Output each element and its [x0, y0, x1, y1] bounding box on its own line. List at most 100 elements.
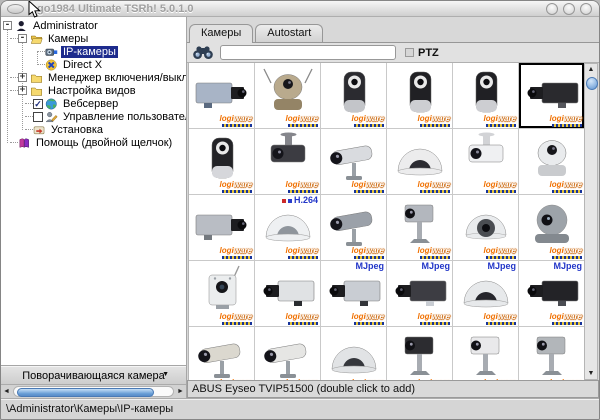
tree-horizontal-scrollbar[interactable]: ◄ ►	[1, 385, 186, 398]
vscroll-thumb[interactable]	[586, 77, 598, 90]
hscroll-thumb[interactable]	[17, 388, 154, 397]
tree-checkbox[interactable]: ✓	[33, 99, 43, 109]
camera-grid-item[interactable]: logiware	[453, 327, 518, 380]
camera-grid-item[interactable]: MJpeglogiware	[321, 261, 386, 326]
tree-item[interactable]: - Камеры	[1, 32, 186, 45]
scroll-up-icon[interactable]: ▲	[588, 65, 595, 74]
camera-grid-item[interactable]: MJpeglogiware	[519, 261, 584, 326]
tree-item[interactable]: Управление пользователями	[1, 110, 186, 123]
expand-icon[interactable]: +	[18, 73, 27, 82]
tree[interactable]: -Administrator-КамерыIP-камерыDirect X+М…	[1, 17, 186, 366]
camera-grid-item[interactable]: logiware	[387, 63, 452, 128]
scroll-right-icon[interactable]: ►	[175, 386, 186, 397]
tree-connector-stub	[10, 38, 18, 40]
logiware-watermark: logiware	[550, 247, 582, 259]
status-bar: \Administrator\Камеры\IP-камеры	[1, 398, 599, 419]
maximize-button[interactable]	[563, 3, 575, 15]
camera-grid-item[interactable]: H.264logiware	[255, 195, 320, 260]
camera-grid-item[interactable]: logiware	[255, 261, 320, 326]
shade-button[interactable]	[7, 4, 24, 14]
expand-icon[interactable]: +	[18, 86, 27, 95]
tree-item-label: Administrator	[31, 20, 100, 32]
camera-grid-item[interactable]: logiware	[189, 195, 254, 260]
camera-grid-item[interactable]: logiware	[519, 195, 584, 260]
tree-checkbox[interactable]	[33, 112, 43, 122]
tree-item-label: Direct X	[61, 59, 104, 71]
scroll-down-icon[interactable]: ▼	[588, 369, 595, 378]
camera-grid-item[interactable]: logiware	[453, 129, 518, 194]
camera-grid-item[interactable]: logiware	[255, 63, 320, 128]
close-button[interactable]	[580, 3, 592, 15]
tree-connector-stub	[25, 103, 33, 105]
logiware-watermark: logiware	[418, 247, 450, 259]
camera-grid-item[interactable]: logiware	[453, 195, 518, 260]
tree-item[interactable]: ✓Вебсервер	[1, 97, 186, 110]
camera-grid-item[interactable]: logiware	[189, 129, 254, 194]
camera-grid-item[interactable]: logiware	[321, 327, 386, 380]
setup-icon	[33, 124, 46, 136]
tab-active[interactable]: Камеры	[189, 24, 253, 43]
tab-inactive[interactable]: Autostart	[255, 24, 323, 42]
checker-flag-icon	[420, 124, 450, 127]
hscroll-track[interactable]	[13, 386, 174, 397]
tree-item[interactable]: IP-камеры	[1, 45, 186, 58]
camera-grid-item[interactable]: logiware	[255, 327, 320, 380]
camera-type-dropdown-label: Поворачивающаяся камера	[22, 370, 165, 382]
window-title: go1984 Ultimate TSRh! 5.0.1.0	[37, 3, 194, 15]
checker-flag-icon	[288, 322, 318, 325]
collapse-icon[interactable]: -	[18, 34, 27, 43]
collapse-icon[interactable]: -	[3, 21, 12, 30]
checker-flag-icon	[420, 190, 450, 193]
codec-badge-text: MJpeg	[421, 262, 450, 271]
codec-badge-square-icon	[288, 199, 292, 203]
folder-icon	[30, 85, 43, 97]
tree-item[interactable]: +Настройка видов	[1, 84, 186, 97]
camera-grid-area: logiwarelogiwarelogiwarelogiwarelogiware…	[187, 62, 599, 380]
checker-flag-icon	[354, 256, 384, 259]
camera-type-dropdown[interactable]: Поворачивающаяся камера ▼	[1, 366, 186, 385]
chevron-down-icon: ▼	[162, 371, 169, 378]
tree-item-label: IP-камеры	[61, 46, 118, 58]
codec-badge-text: H.264	[294, 196, 318, 205]
scroll-left-icon[interactable]: ◄	[1, 386, 12, 397]
camera-grid-item[interactable]: logiware	[519, 129, 584, 194]
camera-grid-item[interactable]: logiware	[387, 327, 452, 380]
logiware-watermark: logiware	[286, 379, 318, 380]
codec-badge-text: MJpeg	[487, 262, 516, 271]
tree-item[interactable]: +Менеджер включения/выключения	[1, 71, 186, 84]
checker-flag-icon	[420, 322, 450, 325]
camera-search-input[interactable]	[220, 45, 396, 60]
tree-item[interactable]: Direct X	[1, 58, 186, 71]
tree-item[interactable]: Установка	[1, 123, 186, 136]
camera-grid-item[interactable]: logiware	[321, 129, 386, 194]
tree-path-text: \Administrator\Камеры\IP-камеры	[6, 403, 173, 415]
title-bar[interactable]: go1984 Ultimate TSRh! 5.0.1.0	[1, 1, 599, 17]
tree-item-label: Помощь (двойной щелчок)	[34, 137, 174, 149]
logiware-watermark: logiware	[220, 181, 252, 193]
logiware-watermark: logiware	[286, 313, 318, 325]
camera-grid-item[interactable]: logiware	[189, 327, 254, 380]
camera-grid-item[interactable]: logiware	[453, 63, 518, 128]
camera-grid-item[interactable]: MJpeglogiware	[387, 261, 452, 326]
camera-grid-item[interactable]: logiware	[387, 195, 452, 260]
checker-flag-icon	[222, 256, 252, 259]
tree-item-label: Камеры	[46, 33, 90, 45]
camera-model-text: ABUS Eyseo TVIP51500 (double click to ad…	[192, 383, 415, 395]
camera-grid-item[interactable]: logiware	[255, 129, 320, 194]
codec-badge: MJpeg	[553, 262, 582, 271]
camera-grid-item[interactable]: logiware	[519, 327, 584, 380]
camera-grid-item[interactable]: logiware	[387, 129, 452, 194]
minimize-button[interactable]	[546, 3, 558, 15]
camera-grid-item[interactable]: logiware	[189, 261, 254, 326]
app-window: go1984 Ultimate TSRh! 5.0.1.0 -Administr…	[0, 0, 600, 420]
grid-vertical-scrollbar[interactable]: ▲ ▼	[585, 63, 598, 380]
camera-grid-item[interactable]: logiware	[321, 63, 386, 128]
camera-grid-item-selected[interactable]: logiware	[519, 63, 584, 128]
tree-item[interactable]: - Administrator	[1, 19, 186, 32]
tree-item[interactable]: Помощь (двойной щелчок)	[1, 136, 186, 149]
camera-grid-item[interactable]: logiware	[321, 195, 386, 260]
camera-grid-item[interactable]: logiware	[189, 63, 254, 128]
camera-grid-item[interactable]: MJpeglogiware	[453, 261, 518, 326]
ptz-checkbox[interactable]	[405, 48, 414, 57]
checker-flag-icon	[222, 322, 252, 325]
